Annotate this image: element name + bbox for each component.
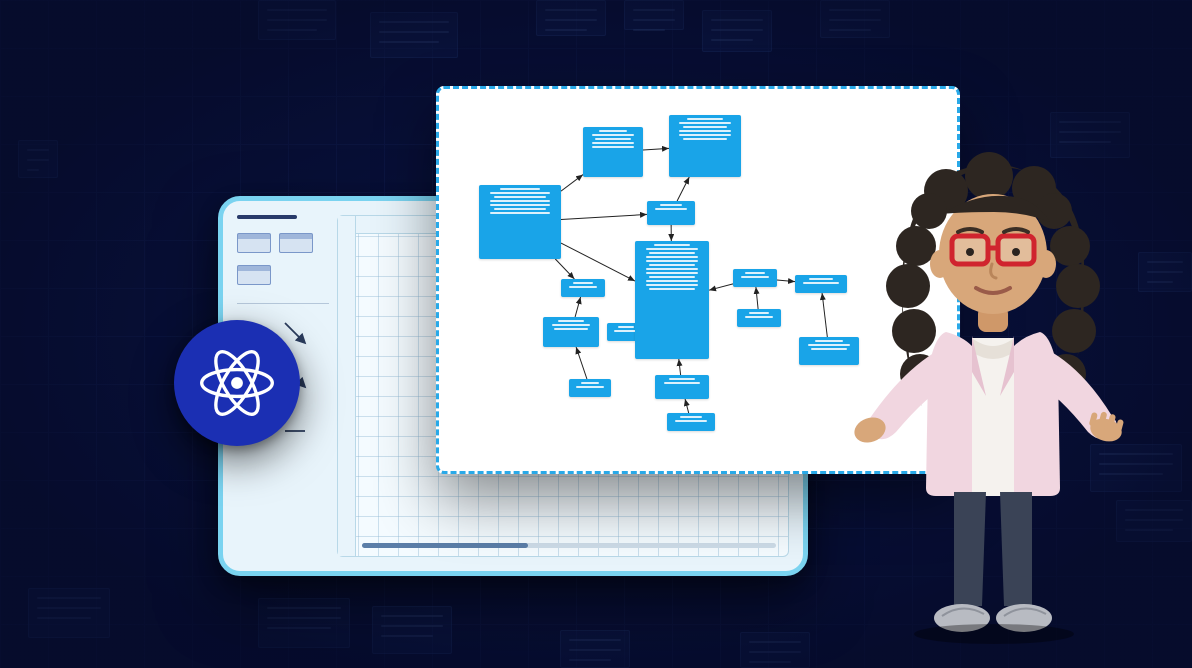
diagram-node[interactable] [669,115,741,177]
diagram-edge [561,214,647,219]
diagram-edge [822,293,827,337]
diagram-edge [677,177,689,201]
sidebar-heading-bar [237,215,297,219]
diagram-node[interactable] [479,185,561,259]
background-box [1116,500,1192,542]
background-box [28,588,110,638]
diagram-node[interactable] [795,275,847,293]
diagram-node[interactable] [561,279,605,297]
ruler-vertical [338,216,356,556]
diagram-edge [555,259,574,279]
react-icon [195,341,279,425]
background-box [740,632,810,668]
diagram-edge [777,280,795,282]
diagram-edge [709,284,733,290]
background-box [702,10,772,52]
diagram-node[interactable] [737,309,781,327]
diagram-node[interactable] [647,201,695,225]
diagram-node[interactable] [635,241,709,359]
diagram-edge [561,243,635,281]
background-box [258,0,336,40]
diagram-node[interactable] [569,379,611,397]
diagram-edge [756,287,758,309]
background-box [820,0,890,38]
background-box [536,0,606,36]
diagram-edge [685,399,689,413]
shape-thumbnail[interactable] [279,233,313,253]
background-box [560,630,630,668]
diagram-node[interactable] [655,375,709,399]
shape-thumbnail[interactable] [237,265,271,285]
diagram-edge [679,359,681,375]
shape-thumbnail[interactable] [237,233,271,253]
diagram-node[interactable] [667,413,715,431]
background-box [18,140,58,178]
diagram-node[interactable] [543,317,599,347]
background-box [372,606,452,654]
sidebar-divider [237,303,329,304]
diagram-edge [575,297,580,317]
background-box [258,598,350,648]
background-box [1138,252,1192,292]
shape-palette-row [237,265,329,285]
diagram-edge [576,347,587,379]
diagram-node[interactable] [733,269,777,287]
shape-palette-row [237,233,329,253]
diagram-node[interactable] [799,337,859,365]
react-logo-badge [174,320,300,446]
diagram-edge [643,148,669,150]
canvas-horizontal-scrollbar[interactable] [362,543,776,548]
diagram-edge [561,175,583,192]
diagram-node[interactable] [583,127,643,177]
presenter-avatar [854,136,1124,646]
background-box [370,12,458,58]
background-box [624,0,684,30]
